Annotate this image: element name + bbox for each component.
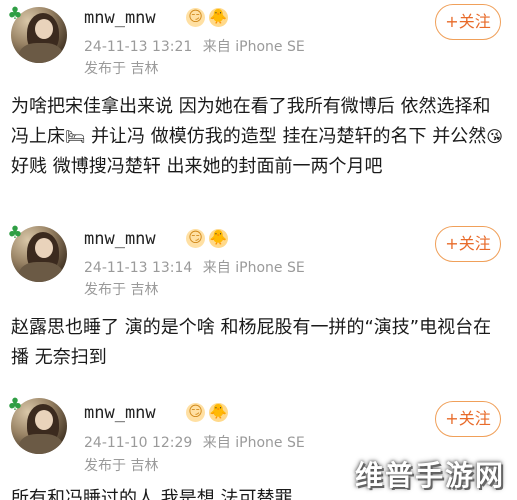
device: 来自 iPhone SE [202, 260, 305, 276]
device: 来自 iPhone SE [202, 435, 305, 451]
fan-badge-icon: 🐥 [209, 229, 228, 248]
content-text: 赵露思也睡了 演的是个啥 和杨屁股有一拼的“演技”电视台在播 无奈扫到 [11, 317, 492, 368]
kiss-emoji-icon: 😘 [486, 127, 503, 146]
clover-icon: ♣ [7, 395, 23, 415]
content-text-2: 并让冯 做模仿我的造型 挂在冯楚轩的名下 并公然 [85, 126, 487, 147]
timestamp: 24-11-13 13:14 [84, 260, 193, 276]
content-text-3: 好贱 微博搜冯楚轩 出来她的封面前一两个月吧 [11, 156, 383, 177]
follow-button[interactable]: +关注 [435, 401, 501, 437]
post-meta: 24-11-10 12:29 来自 iPhone SE [84, 432, 305, 452]
location: 发布于 吉林 [84, 458, 159, 474]
fan-badge-icon: 🐥 [209, 8, 228, 27]
username[interactable]: mnw_mnw [84, 403, 156, 423]
follow-button[interactable]: +关注 [435, 4, 501, 40]
timestamp: 24-11-10 12:29 [84, 435, 193, 451]
clover-icon: ♣ [7, 4, 23, 24]
vip-badge-icon: 😏 [186, 229, 205, 248]
location: 发布于 吉林 [84, 282, 159, 298]
follow-button[interactable]: +关注 [435, 226, 501, 262]
clover-icon: ♣ [7, 223, 23, 243]
location: 发布于 吉林 [84, 61, 159, 77]
device: 来自 iPhone SE [202, 39, 305, 55]
post-content: 为啥把宋佳拿出来说 因为她在看了我所有微博后 依然选择和冯上床🛏 并让冯 做模仿… [11, 92, 506, 182]
post-meta: 24-11-13 13:21 来自 iPhone SE [84, 36, 305, 56]
timestamp: 24-11-13 13:21 [84, 39, 193, 55]
bed-icon: 🛏 [65, 127, 86, 146]
post-content: 赵露思也睡了 演的是个啥 和杨屁股有一拼的“演技”电视台在播 无奈扫到 [11, 313, 506, 373]
vip-badge-icon: 😏 [186, 403, 205, 422]
username[interactable]: mnw_mnw [84, 8, 156, 28]
fan-badge-icon: 🐥 [209, 403, 228, 422]
watermark: 维普手游网 [354, 459, 505, 492]
username[interactable]: mnw_mnw [84, 229, 156, 249]
vip-badge-icon: 😏 [186, 8, 205, 27]
post-meta: 24-11-13 13:14 来自 iPhone SE [84, 257, 305, 277]
content-text: 所有和冯睡过的人 我是想 法可替罪 [11, 488, 293, 500]
